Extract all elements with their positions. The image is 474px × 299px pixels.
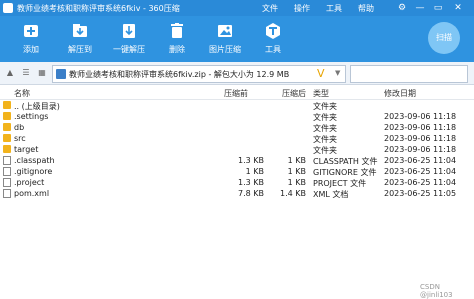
app-icon — [3, 3, 13, 13]
title-bar: 教师业绩考核和职称评审系统6fkiv - 360压缩 文件 操作 工具 帮助 ⚙… — [0, 0, 474, 16]
tools-icon — [266, 23, 280, 39]
extract-to-button[interactable]: 解压到 — [58, 19, 102, 61]
minimize-button[interactable]: — — [414, 2, 426, 14]
folder-icon — [3, 112, 11, 120]
col-compressed[interactable]: 压缩后 — [282, 88, 306, 99]
folder-icon — [3, 145, 11, 153]
folder-icon — [3, 101, 11, 109]
file-icon — [3, 189, 11, 198]
list-item[interactable]: .. (上级目录) 文件夹 — [0, 100, 474, 111]
chevron-down-icon[interactable]: ▼ — [335, 69, 340, 77]
image-compress-button[interactable]: 图片压缩 — [203, 19, 247, 61]
col-modified[interactable]: 修改日期 — [384, 88, 416, 99]
menu-operate[interactable]: 操作 — [294, 3, 310, 14]
delete-button[interactable]: 删除 — [155, 19, 199, 61]
address-bar: ▲ ☰ ▦ 教师业绩考核和职称评审系统6fkiv.zip - 解包大小为 12.… — [0, 62, 474, 85]
grid-view-icon[interactable]: ▦ — [36, 67, 48, 79]
settings-icon[interactable]: ⚙ — [396, 2, 408, 14]
path-field[interactable]: 教师业绩考核和职称评审系统6fkiv.zip - 解包大小为 12.9 MB V… — [52, 65, 346, 83]
watermark: CSDN @jinli103 — [420, 283, 453, 299]
list-item[interactable]: .classpath 1.3 KB 1 KB CLASSPATH 文件 2023… — [0, 155, 474, 166]
up-arrow-icon[interactable]: ▲ — [4, 67, 16, 79]
list-item[interactable]: db 文件夹 2023-09-06 11:18 — [0, 122, 474, 133]
col-type[interactable]: 类型 — [313, 88, 329, 99]
zip-file-icon — [56, 69, 66, 79]
one-click-extract-icon — [123, 24, 135, 38]
search-input[interactable] — [350, 65, 468, 83]
close-button[interactable]: ✕ — [452, 2, 464, 14]
v-dropdown-icon[interactable]: V — [317, 67, 325, 80]
list-item[interactable]: .gitignore 1 KB 1 KB GITIGNORE 文件 2023-0… — [0, 166, 474, 177]
toolbar: 添加 解压到 一键解压 删除 图片压缩 工具 扫描 — [0, 16, 474, 62]
list-item[interactable]: src 文件夹 2023-09-06 11:18 — [0, 133, 474, 144]
col-size[interactable]: 压缩前 — [224, 88, 248, 99]
col-name[interactable]: 名称 — [14, 88, 30, 99]
archive-path: 教师业绩考核和职称评审系统6fkiv.zip - 解包大小为 12.9 MB — [69, 70, 290, 79]
add-button[interactable]: 添加 — [9, 19, 53, 61]
extract-to-icon — [73, 24, 87, 37]
folder-icon — [3, 123, 11, 131]
image-compress-icon — [218, 25, 232, 37]
one-click-extract-button[interactable]: 一键解压 — [107, 19, 151, 61]
window-title: 教师业绩考核和职称评审系统6fkiv - 360压缩 — [17, 4, 180, 13]
menu-tools[interactable]: 工具 — [326, 3, 342, 14]
maximize-button[interactable]: ▭ — [432, 2, 444, 14]
file-icon — [3, 156, 11, 165]
scan-badge[interactable]: 扫描 — [428, 22, 460, 54]
folder-icon — [3, 134, 11, 142]
file-icon — [3, 167, 11, 176]
list-item[interactable]: .settings 文件夹 2023-09-06 11:18 — [0, 111, 474, 122]
list-item[interactable]: .project 1.3 KB 1 KB PROJECT 文件 2023-06-… — [0, 177, 474, 188]
add-icon — [24, 25, 38, 37]
list-item[interactable]: pom.xml 7.8 KB 1.4 KB XML 文档 2023-06-25 … — [0, 188, 474, 199]
list-view-icon[interactable]: ☰ — [20, 67, 32, 79]
file-icon — [3, 178, 11, 187]
column-header: 名称 压缩前 压缩后 类型 修改日期 — [0, 85, 474, 100]
list-item[interactable]: target 文件夹 2023-09-06 11:18 — [0, 144, 474, 155]
tools-button[interactable]: 工具 — [251, 19, 295, 61]
menu-file[interactable]: 文件 — [262, 3, 278, 14]
delete-icon — [171, 23, 183, 38]
menu-help[interactable]: 帮助 — [358, 3, 374, 14]
